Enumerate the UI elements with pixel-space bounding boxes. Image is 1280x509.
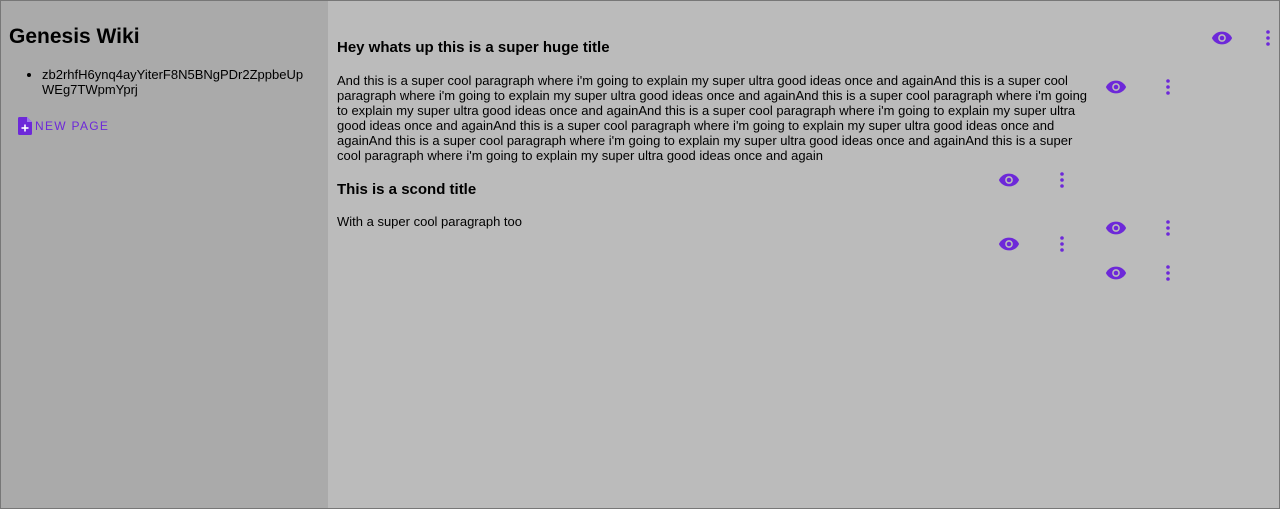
- more-vert-icon[interactable]: [1048, 169, 1076, 191]
- more-vert-icon[interactable]: [1154, 76, 1182, 98]
- more-vert-icon[interactable]: [1154, 217, 1182, 239]
- note-add-icon: [18, 117, 32, 135]
- block-paragraph-1: And this is a super cool paragraph where…: [337, 73, 1088, 163]
- more-vert-icon[interactable]: [1154, 262, 1182, 284]
- main-content: Hey whats up this is a super huge title …: [328, 1, 1279, 508]
- eye-icon[interactable]: [1102, 217, 1130, 239]
- block-title-1: Hey whats up this is a super huge title: [337, 39, 610, 56]
- block-paragraph-2: With a super cool paragraph too: [337, 214, 522, 229]
- page-list-item[interactable]: zb2rhfH6ynq4ayYiterF8N5BNgPDr2ZppbeUpWEg…: [42, 67, 315, 97]
- block-title-2: This is a scond title: [337, 181, 477, 198]
- new-page-button[interactable]: NEW PAGE: [18, 117, 109, 135]
- app-window: Genesis Wiki zb2rhfH6ynq4ayYiterF8N5BNgP…: [0, 0, 1280, 509]
- sidebar: Genesis Wiki zb2rhfH6ynq4ayYiterF8N5BNgP…: [1, 1, 328, 508]
- eye-icon[interactable]: [1102, 76, 1130, 98]
- more-vert-icon[interactable]: [1048, 233, 1076, 255]
- app-title: Genesis Wiki: [9, 25, 140, 48]
- eye-icon[interactable]: [1208, 27, 1236, 49]
- eye-icon[interactable]: [1102, 262, 1130, 284]
- more-vert-icon[interactable]: [1260, 27, 1276, 49]
- page-list: zb2rhfH6ynq4ayYiterF8N5BNgPDr2ZppbeUpWEg…: [25, 67, 315, 97]
- eye-icon[interactable]: [995, 169, 1023, 191]
- new-page-label: NEW PAGE: [35, 119, 110, 133]
- eye-icon[interactable]: [995, 233, 1023, 255]
